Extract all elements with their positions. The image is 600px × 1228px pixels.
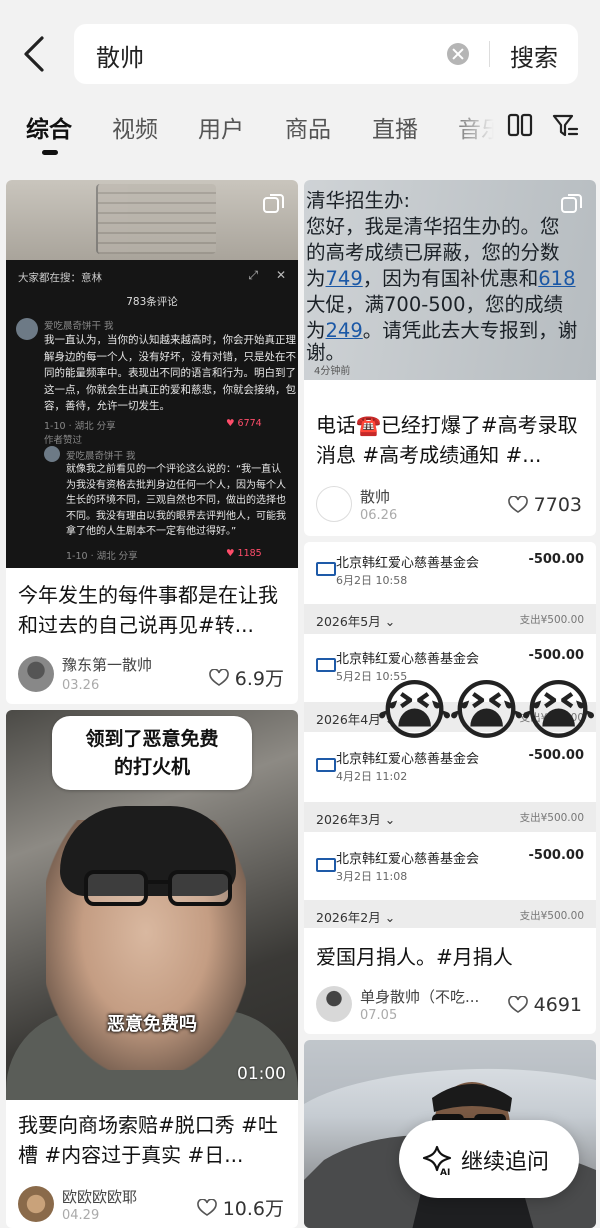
video-duration: 01:00 (237, 1064, 286, 1084)
search-button[interactable]: 搜索 (510, 38, 558, 73)
heart-icon (507, 996, 528, 1013)
like-count: 6.9万 (234, 668, 284, 690)
multi-image-icon (263, 194, 284, 213)
card-title[interactable]: 今年发生的每件事都是在让我和过去的自己说再见#转... (18, 580, 288, 640)
sms-text-line: 为249。请凭此去大专报到，谢 (306, 319, 578, 342)
post-date: 03.26 (62, 678, 100, 693)
tab-all[interactable]: 综合 (26, 110, 72, 144)
ai-sparkle-icon: AI (422, 1145, 452, 1176)
post-date: 07.05 (360, 1008, 398, 1023)
heart-icon (507, 496, 528, 513)
card-thumbnail: 北京韩红爱心慈善基金会 6月2日 10:58 -500.00 2026年5月 ⌄ 支出… (304, 542, 596, 928)
author-liked-badge: 作者赞过 (44, 435, 83, 446)
like-button[interactable]: 10.6万 (196, 1194, 284, 1221)
crying-emoji-icon: 😭 (520, 672, 596, 749)
like-count: 4691 (533, 994, 582, 1016)
result-card-2[interactable]: 清华招生办: 您好，我是清华招生办的。您 的高考成绩已屏蔽，您的分数 为749，… (304, 180, 596, 536)
comment-reply-body: 就像我之前看见的一个评论这么说的：“我一直认 为我没有资格去批判身边任何一个人，… (66, 464, 286, 537)
result-card-3[interactable]: 北京韩红爱心慈善基金会 6月2日 10:58 -500.00 2026年5月 ⌄ 支出… (304, 542, 596, 1034)
trending-search: 大家都在搜：意林 (18, 272, 102, 284)
ai-follow-up-label: 继续追问 (461, 1150, 550, 1175)
active-tab-indicator (42, 150, 58, 155)
author-name[interactable]: 散帅 (360, 486, 500, 507)
tab-products[interactable]: 商品 (285, 110, 331, 144)
divider (489, 41, 490, 67)
expand-icon: ⤢ (248, 268, 258, 282)
result-card-4[interactable]: 领到了恶意免费 的打火机 恶意免费吗 01:00 我要向商场索赔#脱口秀 #吐槽… (6, 710, 298, 1228)
sms-text-line: 的高考成绩已屏蔽，您的分数 (306, 241, 560, 264)
month-header: 2026年3月 ⌄ 支出¥500.00 (304, 802, 596, 832)
tab-bar: 综合 视频 用户 商品 直播 音乐 (0, 104, 600, 155)
layout-toggle-icon[interactable] (507, 112, 533, 138)
tab-fade (446, 104, 506, 154)
message-time: 4分钟前 (314, 366, 351, 377)
post-date: 04.29 (62, 1208, 100, 1223)
caption-bubble: 领到了恶意免费 的打火机 (52, 716, 252, 790)
clear-icon[interactable] (447, 43, 469, 65)
paper-photo (6, 180, 298, 260)
like-button[interactable]: 6.9万 (208, 664, 284, 691)
video-thumbnail: 领到了恶意免费 的打火机 恶意免费吗 01:00 (6, 710, 298, 1100)
back-arrow-icon[interactable] (20, 34, 50, 74)
tab-video[interactable]: 视频 (112, 110, 158, 144)
sms-text-line: 为749，因为有国补优惠和618 (306, 267, 576, 290)
comment-screenshot: 大家都在搜：意林 ⤢ ✕ 783条评论 爱吃晨奇饼干 我 我一直认为，当你的认知… (6, 260, 298, 568)
ai-follow-up-button[interactable]: AI 继续追问 (399, 1120, 579, 1198)
charity-logo-icon (316, 858, 336, 872)
heart-icon (196, 1198, 217, 1216)
avatar[interactable] (18, 1186, 54, 1222)
like-button[interactable]: 4691 (507, 994, 582, 1016)
charity-logo-icon (316, 562, 336, 576)
search-box[interactable]: 散帅 搜索 (74, 24, 578, 84)
heart-icon (208, 668, 229, 686)
author-name[interactable]: 欧欧欧欧耶 (62, 1186, 202, 1207)
avatar[interactable] (18, 656, 54, 692)
post-date: 06.26 (360, 508, 398, 523)
card-thumbnail: 清华招生办: 您好，我是清华招生办的。您 的高考成绩已屏蔽，您的分数 为749，… (304, 180, 596, 380)
video-subtitle: 恶意免费吗 (107, 1014, 197, 1035)
comment-meta: 1-10 · 湖北 分享 (44, 421, 116, 432)
result-card-1[interactable]: 大家都在搜：意林 ⤢ ✕ 783条评论 爱吃晨奇饼干 我 我一直认为，当你的认知… (6, 180, 298, 704)
like-count: 7703 (533, 494, 582, 516)
author-name[interactable]: 豫东第一散帅 (62, 654, 202, 675)
charity-logo-icon (316, 758, 336, 772)
month-header: 2026年2月 ⌄ 支出¥500.00 (304, 900, 596, 928)
sms-text-line: 您好，我是清华招生办的。您 (306, 215, 560, 238)
card-title[interactable]: 电话☎️已经打爆了#高考录取消息 #高考成绩通知 #... (316, 410, 586, 470)
comment-body: 我一直认为，当你的认知越来越高时，你会开始真正理 解身边的每一个人，没有好坏，没… (44, 334, 296, 412)
like-count: 10.6万 (222, 1198, 284, 1220)
card-thumbnail: 大家都在搜：意林 ⤢ ✕ 783条评论 爱吃晨奇饼干 我 我一直认为，当你的认知… (6, 180, 298, 568)
avatar[interactable] (316, 986, 352, 1022)
header: 散帅 搜索 综合 视频 用户 商品 直播 音乐 (0, 0, 600, 175)
close-icon: ✕ (275, 268, 286, 282)
avatar (44, 446, 60, 462)
card-title[interactable]: 我要向商场索赔#脱口秀 #吐槽 #内容过于真实 #日... (18, 1110, 288, 1170)
avatar (16, 318, 38, 340)
tab-live[interactable]: 直播 (372, 110, 418, 144)
commenter-name: 爱吃晨奇饼干 我 (66, 451, 136, 462)
donation-row: 北京韩红爱心慈善基金会 3月2日 11:08 -500.00 (304, 838, 596, 908)
search-input[interactable]: 散帅 (96, 38, 144, 73)
avatar[interactable] (316, 486, 352, 522)
multi-image-icon (561, 194, 582, 213)
crying-emoji-icon: 😭 (448, 672, 526, 749)
donation-row: 北京韩红爱心慈善基金会 6月2日 10:58 -500.00 (304, 542, 596, 612)
sms-text-line: 大促，满700-500，您的成绩 (306, 293, 563, 316)
comment-count: 783条评论 (126, 296, 178, 308)
comment-meta: 1-10 · 湖北 分享 (66, 551, 138, 562)
like-button[interactable]: 7703 (507, 494, 582, 516)
filter-icon[interactable] (551, 112, 579, 140)
glasses (84, 870, 232, 906)
sms-text-line: 清华招生办: (306, 189, 411, 212)
author-name[interactable]: 单身散帅（不吃... (360, 986, 500, 1007)
svg-text:AI: AI (440, 1168, 450, 1176)
comment-likes: ♥ 6774 (226, 418, 262, 429)
tab-users[interactable]: 用户 (198, 110, 244, 144)
commenter-name: 爱吃晨奇饼干 我 (44, 321, 114, 332)
crying-emoji-icon: 😭 (376, 672, 454, 749)
month-header: 2026年5月 ⌄ 支出¥500.00 (304, 604, 596, 634)
comment-likes: ♥ 1185 (226, 548, 262, 559)
charity-logo-icon (316, 658, 336, 672)
card-title[interactable]: 爱国月捐人。#月捐人 (316, 942, 586, 972)
